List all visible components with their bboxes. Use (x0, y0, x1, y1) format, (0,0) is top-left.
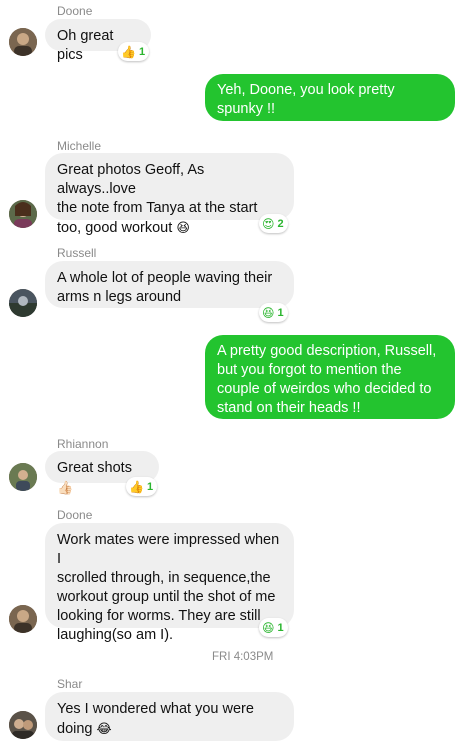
message-line: Great photos Geoff, As always..love (57, 162, 205, 197)
reaction-badge[interactable]: 😆 1 (259, 618, 288, 637)
reaction-badge[interactable]: 👍 1 (126, 477, 158, 496)
message-line: Work mates were impressed when I (57, 532, 280, 567)
message-line: the note from Tanya at the start (57, 200, 258, 216)
avatar-doone[interactable] (9, 28, 37, 56)
reaction-badge[interactable]: 👍 1 (118, 42, 150, 61)
laughing-emoji-icon: 😆 (176, 220, 190, 235)
message-line: laughing(so am I). (57, 627, 174, 643)
reaction-count: 1 (277, 621, 284, 634)
avatar-rhiannon[interactable] (9, 463, 37, 491)
avatar-shar[interactable] (9, 711, 37, 739)
message-line: too, good workout (57, 220, 173, 236)
sender-name: Doone (57, 508, 93, 522)
reaction-count: 1 (138, 45, 146, 58)
message-bubble[interactable]: A whole lot of people waving their arms … (45, 261, 294, 308)
avatar-russell[interactable] (9, 289, 37, 317)
thumbs-up-icon: 👍🏻 (57, 480, 74, 495)
sender-name: Rhiannon (57, 437, 109, 451)
message-bubble[interactable]: Great photos Geoff, As always..love the … (45, 153, 294, 236)
heart-eyes-icon: 😍 (262, 216, 275, 231)
message-bubble-outgoing[interactable]: A pretty good description, Russell, but … (205, 335, 455, 419)
thumbs-up-icon: 👍 (129, 479, 144, 494)
message-line: but you forgot to mention the (217, 362, 402, 378)
reaction-count: 2 (277, 217, 284, 230)
message-line: A whole lot of people waving their (57, 270, 273, 286)
sender-name: Russell (57, 246, 97, 260)
message-line: stand on their heads !! (217, 400, 361, 416)
message-text: Oh great pics (57, 28, 114, 63)
sender-name: Shar (57, 677, 83, 691)
message-line: spunky !! (217, 101, 276, 117)
message-line: Yeh, Doone, you look pretty (217, 82, 395, 98)
message-bubble-outgoing[interactable]: Yeh, Doone, you look pretty spunky !! (205, 74, 455, 121)
thumbs-up-icon: 👍 (121, 44, 136, 59)
message-line: A pretty good description, Russell, (217, 343, 437, 359)
message-bubble[interactable]: Yes I wondered what you were doing 😂 (45, 692, 294, 741)
message-line: doing (57, 721, 93, 737)
avatar-doone[interactable] (9, 605, 37, 633)
reaction-badge[interactable]: 😆 1 (259, 303, 288, 322)
timestamp: FRI 4:03PM (212, 651, 274, 663)
message-line: Yes I wondered what you were (57, 701, 254, 717)
message-line: scrolled through, in sequence,the (57, 570, 271, 586)
message-line: workout group until the shot of me (57, 589, 276, 605)
message-line: couple of weirdos who decided to (217, 381, 432, 397)
avatar-michelle[interactable] (9, 200, 37, 228)
laughing-icon: 😆 (262, 305, 275, 320)
reaction-count: 1 (277, 306, 284, 319)
laughing-icon: 😆 (262, 620, 275, 635)
tears-of-joy-icon: 😂 (96, 721, 112, 736)
reaction-badge[interactable]: 😍 2 (259, 214, 288, 233)
reaction-count: 1 (146, 480, 154, 493)
sender-name: Michelle (57, 139, 102, 153)
sender-name: Doone (57, 4, 93, 18)
message-text: Great shots (57, 460, 132, 476)
message-line: looking for worms. They are still (57, 608, 261, 624)
message-line: arms n legs around (57, 289, 182, 305)
message-bubble[interactable]: Work mates were impressed when I scrolle… (45, 523, 294, 643)
